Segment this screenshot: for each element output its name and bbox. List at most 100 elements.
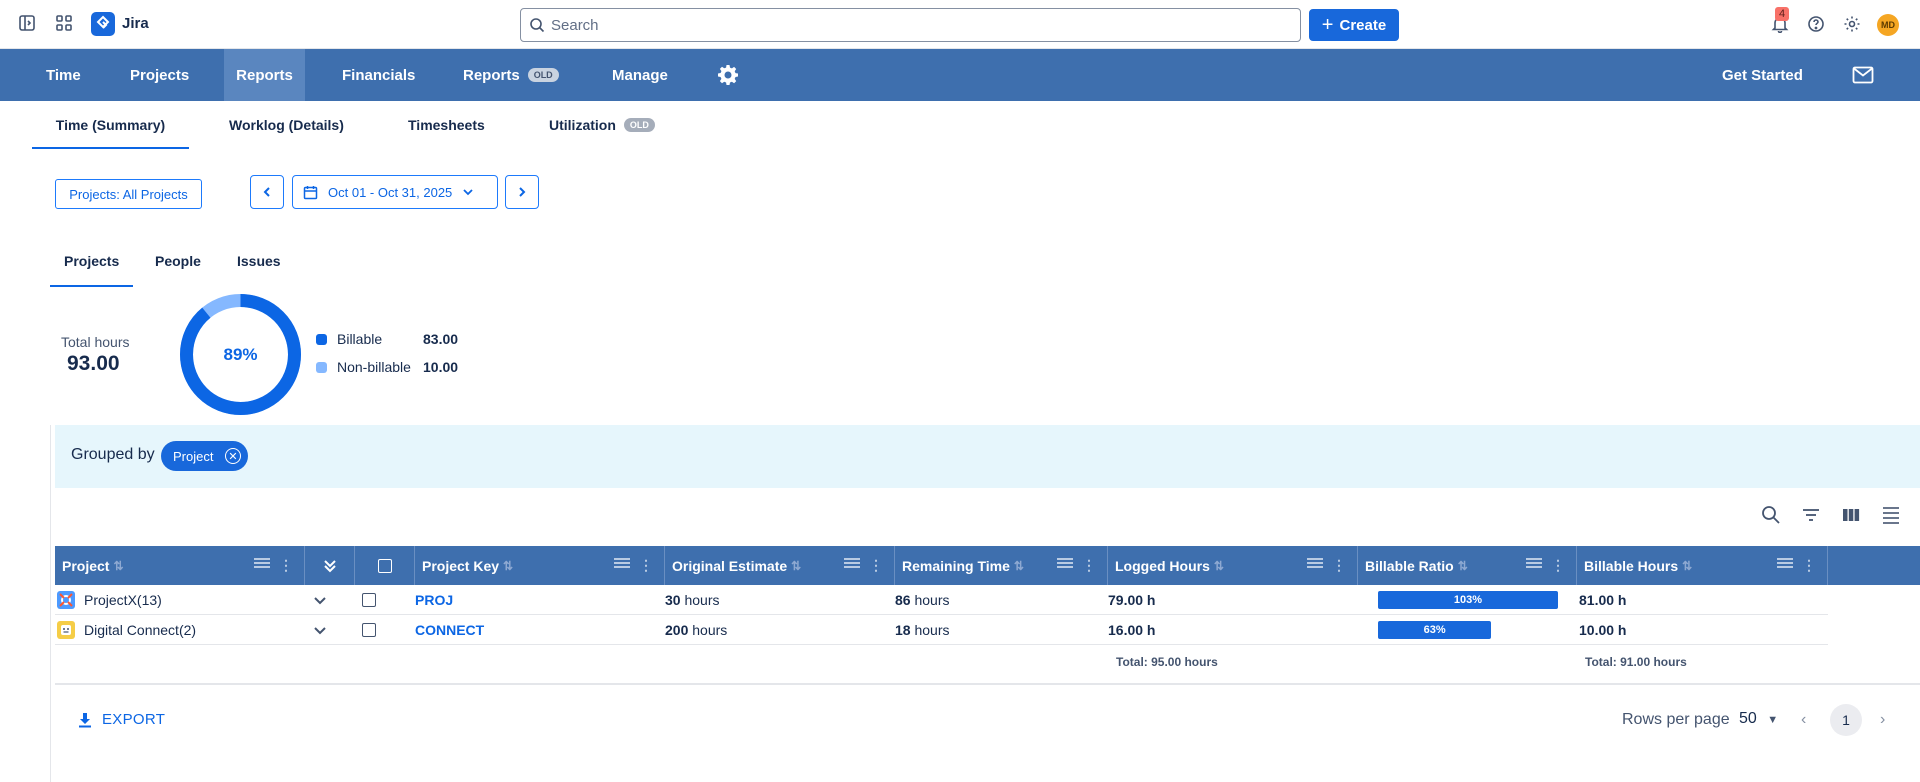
billable-ratio-bar: 103% [1378, 591, 1558, 609]
sort-icon[interactable]: ⇅ [1214, 559, 1224, 573]
nav-projects[interactable]: Projects [115, 49, 204, 101]
column-menu-icon[interactable]: ⋮ [1082, 557, 1096, 574]
project-avatar-icon [57, 591, 75, 609]
previous-page-icon[interactable]: ‹ [1801, 711, 1806, 729]
search-icon [530, 18, 545, 33]
remaining-value: 86 [895, 592, 911, 608]
sort-icon[interactable]: ⇅ [1458, 559, 1468, 573]
chevron-down-icon [463, 189, 473, 196]
expand-all-button[interactable] [305, 546, 355, 585]
create-button[interactable]: + Create [1309, 9, 1399, 41]
get-started-link[interactable]: Get Started [1707, 49, 1818, 101]
download-icon [79, 712, 91, 727]
column-header-project-key[interactable]: Project Key ⇅ ⋮ [415, 546, 665, 585]
column-menu-icon[interactable]: ⋮ [1551, 557, 1565, 574]
column-menu-icon[interactable]: ⋮ [869, 557, 883, 574]
column-header-original-estimate[interactable]: Original Estimate ⇅ ⋮ [665, 546, 895, 585]
calendar-icon [303, 185, 318, 199]
sort-icon[interactable]: ⇅ [113, 559, 123, 573]
expand-row-icon[interactable] [313, 615, 327, 645]
plus-icon: + [1321, 14, 1334, 36]
tab-timesheets[interactable]: Timesheets [408, 101, 485, 149]
remaining-time-cell: 86 hours [895, 585, 950, 615]
tab-utilization[interactable]: Utilization OLD [549, 101, 655, 149]
mail-icon[interactable] [1837, 49, 1889, 101]
table-row[interactable]: ProjectX(13) PROJ 30 hours 86 hours 79.0… [55, 585, 1828, 615]
table-search-icon[interactable] [1761, 505, 1783, 527]
tab-worklog-details[interactable]: Worklog (Details) [229, 101, 344, 149]
density-icon[interactable] [1881, 505, 1903, 527]
column-header-logged-hours[interactable]: Logged Hours ⇅ ⋮ [1108, 546, 1358, 585]
export-button[interactable]: EXPORT [78, 711, 165, 728]
sidebar-toggle-icon[interactable] [18, 14, 38, 34]
nav-reports-old[interactable]: Reports OLD [448, 49, 574, 101]
search-input[interactable] [551, 9, 1291, 41]
column-menu-icon[interactable]: ⋮ [1802, 557, 1816, 574]
nav-manage[interactable]: Manage [597, 49, 683, 101]
columns-icon[interactable] [1841, 505, 1863, 527]
settings-gear-icon[interactable] [1843, 15, 1863, 35]
get-started-label: Get Started [1722, 66, 1803, 84]
app-switcher-icon[interactable] [55, 14, 75, 34]
app-name[interactable]: Jira [122, 15, 149, 32]
drag-handle-icon[interactable] [1057, 558, 1073, 568]
expand-row-icon[interactable] [313, 585, 327, 615]
group-chip-project[interactable]: Project ✕ [161, 441, 248, 471]
nav-settings-gear-icon[interactable] [702, 49, 754, 101]
legend-billable-value: 83.00 [423, 331, 459, 347]
row-checkbox[interactable] [362, 623, 376, 637]
drag-handle-icon[interactable] [844, 558, 860, 568]
sort-icon[interactable]: ⇅ [503, 559, 513, 573]
column-menu-icon[interactable]: ⋮ [279, 557, 293, 574]
filter-icon[interactable] [1801, 505, 1823, 527]
tab-time-summary[interactable]: Time (Summary) [32, 101, 189, 149]
sort-icon[interactable]: ⇅ [791, 559, 801, 573]
group-chip-label: Project [173, 448, 214, 464]
projects-filter-button[interactable]: Projects: All Projects [55, 179, 202, 209]
page-button-current[interactable]: 1 [1830, 704, 1862, 736]
table-row[interactable]: Digital Connect(2) CONNECT 200 hours 18 … [55, 615, 1828, 645]
project-cell[interactable]: Digital Connect(2) [57, 615, 196, 645]
next-period-button[interactable] [505, 175, 539, 209]
panel-border [50, 425, 51, 782]
column-header-billable-hours[interactable]: Billable Hours ⇅ ⋮ [1577, 546, 1828, 585]
tab-people[interactable]: People [155, 253, 201, 287]
column-header-billable-ratio[interactable]: Billable Ratio ⇅ ⋮ [1358, 546, 1577, 585]
project-key-link[interactable]: CONNECT [415, 615, 484, 645]
nav-time[interactable]: Time [31, 49, 96, 101]
user-avatar[interactable]: MD [1877, 14, 1899, 36]
tab-time-summary-label: Time (Summary) [55, 117, 166, 133]
old-badge: OLD [623, 118, 655, 132]
previous-period-button[interactable] [250, 175, 284, 209]
nav-reports[interactable]: Reports [224, 49, 305, 101]
rows-per-page-select[interactable]: 50 ▼ [1739, 710, 1778, 728]
drag-handle-icon[interactable] [1526, 558, 1542, 568]
drag-handle-icon[interactable] [254, 558, 270, 568]
project-key-link[interactable]: PROJ [415, 585, 453, 615]
search-box[interactable] [520, 8, 1301, 42]
tab-issues[interactable]: Issues [237, 253, 281, 287]
drag-handle-icon[interactable] [1777, 558, 1793, 568]
column-header-remaining-time[interactable]: Remaining Time ⇅ ⋮ [895, 546, 1108, 585]
nav-financials[interactable]: Financials [327, 49, 430, 101]
select-all-checkbox[interactable] [377, 558, 392, 573]
sort-icon[interactable]: ⇅ [1014, 559, 1024, 573]
remaining-unit: hours [914, 622, 950, 638]
jira-logo-icon[interactable] [91, 12, 115, 36]
row-checkbox[interactable] [362, 593, 376, 607]
drag-handle-icon[interactable] [614, 558, 630, 568]
date-range-picker[interactable]: Oct 01 - Oct 31, 2025 [292, 175, 498, 209]
column-menu-icon[interactable]: ⋮ [639, 557, 653, 574]
tab-worklog-label: Worklog (Details) [229, 117, 344, 133]
estimate-unit: hours [684, 592, 720, 608]
remove-group-icon[interactable]: ✕ [225, 448, 241, 464]
next-page-icon[interactable]: › [1880, 711, 1885, 729]
drag-handle-icon[interactable] [1307, 558, 1323, 568]
project-cell[interactable]: ProjectX(13) [57, 585, 162, 615]
help-icon[interactable] [1807, 15, 1827, 35]
notification-count-badge: 4 [1775, 7, 1790, 21]
tab-projects[interactable]: Projects [50, 253, 134, 287]
sort-icon[interactable]: ⇅ [1682, 559, 1692, 573]
column-menu-icon[interactable]: ⋮ [1332, 557, 1346, 574]
column-header-project[interactable]: Project ⇅ ⋮ [55, 546, 305, 585]
